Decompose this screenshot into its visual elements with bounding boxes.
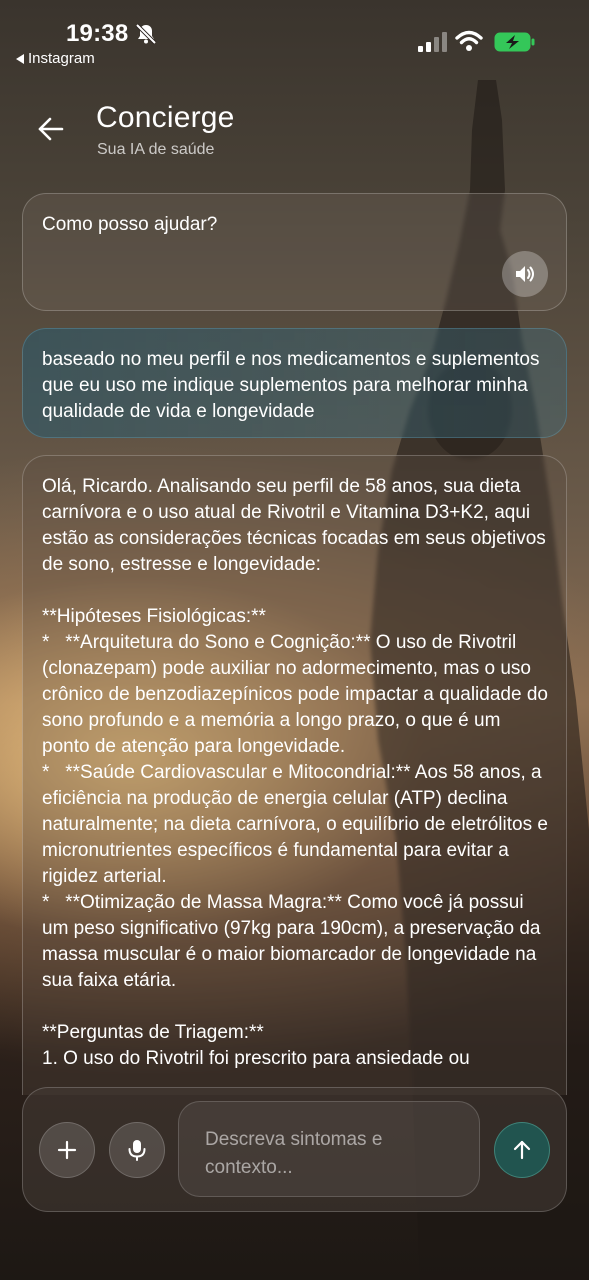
battery-charging-icon [494,32,535,52]
assistant-paragraph: **Perguntas de Triagem:** [42,1022,264,1043]
user-message-bubble: baseado no meu perfil e nos medicamentos… [22,328,567,438]
microphone-icon [128,1140,146,1161]
signal-icon [418,32,447,52]
add-attachment-button[interactable] [39,1122,95,1178]
message-input[interactable]: Descreva sintomas e contexto... [178,1101,480,1197]
send-button[interactable] [494,1122,550,1178]
greeting-text: Como posso ajudar? [42,214,218,235]
assistant-paragraph: Olá, Ricardo. Analisando seu perfil de 5… [42,476,552,575]
arrow-left-icon[interactable] [36,114,66,144]
status-time: 19:38 [66,20,129,47]
arrow-up-icon [513,1140,531,1160]
user-message-text: baseado no meu perfil e nos medicamentos… [42,349,540,422]
assistant-paragraph: 1. O uso do Rivotril foi prescrito para … [42,1048,470,1069]
assistant-message-bubble[interactable]: Olá, Ricardo. Analisando seu perfil de 5… [22,455,567,1095]
assistant-paragraph: * **Saúde Cardiovascular e Mitocondrial:… [42,762,554,887]
bell-slash-icon [135,23,157,45]
assistant-message-text: Olá, Ricardo. Analisando seu perfil de 5… [42,474,552,1072]
status-bar: 19:38 Instagram [0,0,589,80]
back-to-app-link[interactable]: Instagram [16,50,95,67]
speaker-icon [516,266,534,282]
page-subtitle: Sua IA de saúde [97,141,215,158]
plus-icon [57,1140,77,1160]
assistant-paragraph: * **Otimização de Massa Magra:** Como vo… [42,892,546,991]
microphone-button[interactable] [109,1122,165,1178]
back-triangle-icon [16,53,24,64]
assistant-paragraph [42,994,552,1020]
back-app-label: Instagram [28,50,95,67]
greeting-card: Como posso ajudar? [22,193,567,311]
page-title: Concierge [96,101,235,134]
assistant-paragraph: **Hipóteses Fisiológicas:** [42,606,266,627]
wifi-icon [455,30,483,51]
assistant-paragraph [42,578,552,604]
assistant-paragraph: * **Arquitetura do Sono e Cognição:** O … [42,632,554,757]
speaker-button[interactable] [502,251,548,297]
message-input-placeholder: Descreva sintomas e contexto... [205,1129,383,1178]
